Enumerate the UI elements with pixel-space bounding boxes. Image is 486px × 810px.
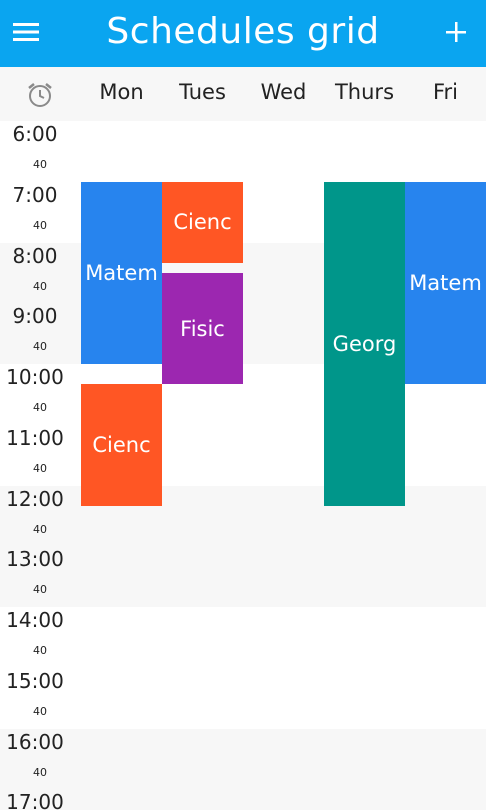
- hour-label: 10:00: [6, 365, 64, 389]
- minute-label: 40: [33, 461, 47, 475]
- schedule-event-cienc-mon[interactable]: Cienc: [81, 384, 162, 506]
- hour-label: 11:00: [6, 425, 64, 450]
- hour-label: 7:00: [12, 182, 58, 207]
- page-title: Schedules grid: [106, 11, 380, 52]
- schedule-event-matem-fri[interactable]: Matem: [405, 181, 486, 385]
- minute-label: 40: [33, 218, 47, 232]
- minute-label: 40: [33, 340, 47, 354]
- hour-label: 15:00: [6, 668, 64, 693]
- alarm-clock-icon: [28, 83, 52, 107]
- day-header-row: Mon Tues Wed Thurs Fri: [0, 67, 486, 121]
- hour-label: 9:00: [12, 304, 58, 329]
- schedules-app: Schedules grid Mon Tues Wed Thurs Fri 6:00 40…: [0, 0, 486, 810]
- schedule-event-matem-mon[interactable]: Matem: [81, 181, 162, 364]
- hour-label: 13:00: [6, 547, 64, 572]
- schedule-event-fisic-tues[interactable]: Fisic: [162, 272, 243, 385]
- hour-label: 12:00: [6, 486, 64, 511]
- minute-label: 40: [33, 765, 47, 779]
- minute-label: 40: [33, 401, 47, 414]
- schedule-event-georg-thurs[interactable]: Georg: [324, 181, 405, 506]
- day-label-mon[interactable]: Mon: [81, 77, 162, 107]
- schedule-grid: 6:00 40 7:00 40 8:00 40 9:00 40 10:00 40 11:00 40 12…: [0, 121, 486, 810]
- day-label-wed[interactable]: Wed: [243, 77, 324, 107]
- minute-label: 40: [33, 522, 47, 536]
- app-bar: Schedules grid: [0, 0, 486, 67]
- schedule-event-cienc-tues[interactable]: Cienc: [162, 181, 243, 263]
- alarm-button[interactable]: [22, 77, 58, 113]
- hour-label: 14:00: [6, 608, 64, 632]
- hour-label: 8:00: [12, 243, 58, 268]
- day-label-thurs[interactable]: Thurs: [324, 77, 405, 107]
- minute-label: 40: [33, 644, 47, 657]
- minute-label: 40: [33, 158, 47, 171]
- hour-label: 17:00: [6, 790, 64, 810]
- hour-label: 6:00: [12, 122, 58, 146]
- hour-label: 16:00: [6, 729, 64, 754]
- minute-label: 40: [33, 583, 47, 597]
- minute-label: 40: [33, 704, 47, 718]
- minute-label: 40: [33, 279, 47, 293]
- add-schedule-button[interactable]: [436, 12, 476, 52]
- plus-icon: [446, 22, 466, 42]
- day-label-fri[interactable]: Fri: [405, 77, 486, 107]
- day-label-tues[interactable]: Tues: [162, 77, 243, 107]
